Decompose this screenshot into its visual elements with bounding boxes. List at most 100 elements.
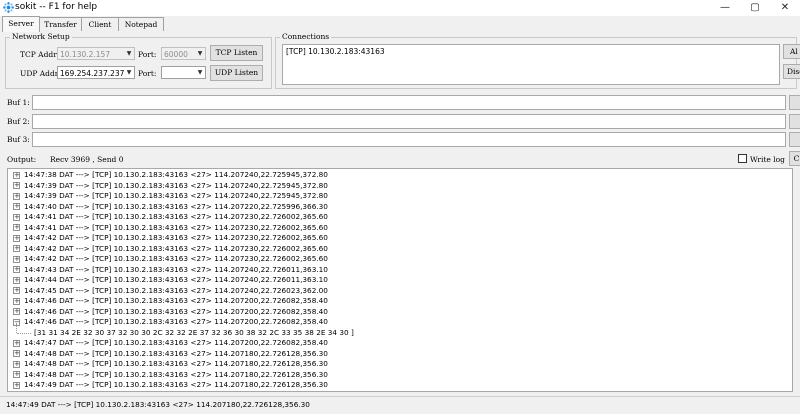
log-row-text: 14:47:48 DAT ---> [TCP] 10.130.2.183:431… bbox=[24, 359, 328, 368]
log-row[interactable]: +14:47:42 DAT ---> [TCP] 10.130.2.183:43… bbox=[8, 244, 788, 254]
log-row[interactable]: +14:47:49 DAT ---> [TCP] 10.130.2.183:43… bbox=[8, 380, 788, 390]
tab-notepad[interactable]: Notepad bbox=[118, 17, 164, 31]
expand-icon[interactable]: + bbox=[13, 360, 20, 368]
tcp-addr-value: 10.130.2.157 bbox=[60, 50, 111, 59]
tcp-port-combo[interactable]: 60000 ▼ bbox=[161, 47, 206, 60]
log-row[interactable]: +14:47:45 DAT ---> [TCP] 10.130.2.183:43… bbox=[8, 286, 788, 296]
chevron-down-icon: ▼ bbox=[126, 69, 132, 76]
expand-icon[interactable]: + bbox=[13, 350, 20, 357]
expand-icon[interactable]: + bbox=[13, 245, 20, 252]
close-icon: ✕ bbox=[780, 2, 790, 13]
log-row[interactable]: +14:47:48 DAT ---> [TCP] 10.130.2.183:43… bbox=[8, 359, 788, 369]
expand-icon[interactable]: + bbox=[13, 171, 20, 179]
title-bar bbox=[0, 0, 800, 16]
buf1-send-button[interactable] bbox=[789, 95, 800, 110]
connections-list[interactable]: [TCP] 10.130.2.183:43163 bbox=[282, 44, 780, 85]
buf3-input[interactable] bbox=[32, 132, 786, 147]
tree-connector bbox=[16, 322, 18, 333]
network-setup-title: Network Setup bbox=[10, 32, 72, 41]
log-row-text: 14:47:42 DAT ---> [TCP] 10.130.2.183:431… bbox=[24, 243, 328, 253]
write-log-checkbox[interactable] bbox=[738, 154, 747, 163]
log-row[interactable]: +14:47:47 DAT ---> [TCP] 10.130.2.183:43… bbox=[8, 338, 788, 348]
expand-icon[interactable]: + bbox=[13, 381, 20, 389]
tab-transfer[interactable]: Transfer bbox=[39, 17, 82, 31]
expand-icon[interactable]: + bbox=[13, 287, 20, 294]
buf2-input[interactable] bbox=[32, 114, 786, 129]
expand-icon[interactable]: + bbox=[13, 297, 20, 305]
log-row[interactable]: +14:47:41 DAT ---> [TCP] 10.130.2.183:43… bbox=[8, 212, 788, 222]
close-button[interactable]: ✕ bbox=[770, 0, 800, 16]
log-row-text: 14:47:43 DAT ---> [TCP] 10.130.2.183:431… bbox=[24, 264, 328, 274]
connections-title: Connections bbox=[280, 32, 332, 41]
tcp-addr-label: TCP Addr: bbox=[20, 50, 60, 59]
log-row[interactable]: +14:47:46 DAT ---> [TCP] 10.130.2.183:43… bbox=[8, 296, 788, 306]
connection-item[interactable]: [TCP] 10.130.2.183:43163 bbox=[286, 47, 385, 56]
log-row[interactable]: +14:47:42 DAT ---> [TCP] 10.130.2.183:43… bbox=[8, 254, 788, 264]
log-row[interactable]: +14:47:39 DAT ---> [TCP] 10.130.2.183:43… bbox=[8, 181, 788, 191]
log-row-text: 14:47:40 DAT ---> [TCP] 10.130.2.183:431… bbox=[24, 201, 328, 211]
expand-icon[interactable]: + bbox=[13, 224, 20, 231]
expand-icon[interactable]: + bbox=[13, 213, 20, 221]
output-label: Output: bbox=[7, 155, 37, 164]
log-row[interactable]: +14:47:39 DAT ---> [TCP] 10.130.2.183:43… bbox=[8, 191, 788, 201]
log-row-text: 14:47:45 DAT ---> [TCP] 10.130.2.183:431… bbox=[24, 285, 328, 295]
connections-disconnect-button[interactable]: Disc bbox=[783, 64, 800, 79]
udp-addr-value: 169.254.237.237 bbox=[60, 69, 125, 78]
expand-icon[interactable]: + bbox=[13, 255, 20, 263]
log-row-text: 14:47:46 DAT ---> [TCP] 10.130.2.183:431… bbox=[24, 306, 328, 316]
udp-listen-button[interactable]: UDP Listen bbox=[210, 65, 263, 81]
minimize-icon: — bbox=[720, 2, 730, 13]
tcp-port-value: 60000 bbox=[164, 50, 188, 59]
log-row-text: 14:47:41 DAT ---> [TCP] 10.130.2.183:431… bbox=[24, 222, 328, 232]
status-bar: 14:47:49 DAT ---> [TCP] 10.130.2.183:431… bbox=[0, 396, 800, 414]
buf1-input[interactable] bbox=[32, 95, 786, 110]
buf1-label: Buf 1: bbox=[7, 98, 30, 107]
udp-addr-combo[interactable]: 169.254.237.237 ▼ bbox=[57, 66, 135, 79]
output-clear-button[interactable]: C bbox=[789, 151, 800, 166]
udp-port-combo[interactable]: ▼ bbox=[161, 66, 206, 79]
log-row[interactable]: +14:47:42 DAT ---> [TCP] 10.130.2.183:43… bbox=[8, 233, 788, 243]
log-row[interactable]: +14:47:48 DAT ---> [TCP] 10.130.2.183:43… bbox=[8, 370, 788, 380]
tree-connector bbox=[17, 332, 31, 335]
udp-port-label: Port: bbox=[138, 69, 157, 78]
expand-icon[interactable]: + bbox=[13, 276, 20, 284]
log-row-text: 14:47:42 DAT ---> [TCP] 10.130.2.183:431… bbox=[24, 233, 328, 242]
expand-icon[interactable]: + bbox=[13, 308, 20, 315]
log-row[interactable]: +14:47:43 DAT ---> [TCP] 10.130.2.183:43… bbox=[8, 265, 788, 275]
log-row[interactable]: +14:47:48 DAT ---> [TCP] 10.130.2.183:43… bbox=[8, 349, 788, 359]
output-log-tree[interactable]: +14:47:38 DAT ---> [TCP] 10.130.2.183:43… bbox=[7, 168, 793, 392]
tab-client[interactable]: Client bbox=[81, 17, 119, 31]
log-row[interactable]: −14:47:46 DAT ---> [TCP] 10.130.2.183:43… bbox=[8, 317, 788, 327]
log-row-text: 14:47:44 DAT ---> [TCP] 10.130.2.183:431… bbox=[24, 275, 328, 284]
log-row[interactable]: +14:47:46 DAT ---> [TCP] 10.130.2.183:43… bbox=[8, 307, 788, 317]
log-row-text: 14:47:38 DAT ---> [TCP] 10.130.2.183:431… bbox=[24, 170, 328, 179]
buf3-send-button[interactable] bbox=[789, 132, 800, 147]
minimize-button[interactable]: — bbox=[710, 0, 740, 16]
expand-icon[interactable]: + bbox=[13, 371, 20, 378]
expand-icon[interactable]: + bbox=[13, 182, 20, 189]
expand-icon[interactable]: + bbox=[13, 266, 20, 273]
tcp-listen-button[interactable]: TCP Listen bbox=[210, 45, 263, 61]
log-row[interactable]: +14:47:41 DAT ---> [TCP] 10.130.2.183:43… bbox=[8, 223, 788, 233]
buf3-label: Buf 3: bbox=[7, 135, 30, 144]
expand-icon[interactable]: + bbox=[13, 203, 20, 210]
log-row-text: 14:47:39 DAT ---> [TCP] 10.130.2.183:431… bbox=[24, 191, 328, 200]
tcp-addr-combo[interactable]: 10.130.2.157 ▼ bbox=[57, 47, 135, 60]
log-row[interactable]: +14:47:44 DAT ---> [TCP] 10.130.2.183:43… bbox=[8, 275, 788, 285]
expand-icon[interactable]: + bbox=[13, 339, 20, 347]
log-row[interactable]: +14:47:40 DAT ---> [TCP] 10.130.2.183:43… bbox=[8, 202, 788, 212]
log-row-text: 14:47:49 DAT ---> [TCP] 10.130.2.183:431… bbox=[24, 380, 328, 389]
log-row[interactable]: +14:47:38 DAT ---> [TCP] 10.130.2.183:43… bbox=[8, 170, 788, 180]
chevron-down-icon: ▼ bbox=[197, 69, 203, 76]
expand-icon[interactable]: + bbox=[13, 192, 20, 200]
maximize-button[interactable]: ▢ bbox=[740, 0, 770, 16]
buf2-send-button[interactable] bbox=[789, 114, 800, 129]
log-row-hex-detail[interactable]: [31 31 34 2E 32 30 37 32 30 30 2C 32 32 … bbox=[8, 322, 788, 338]
window-title: sokit -- F1 for help bbox=[15, 2, 98, 12]
expand-icon[interactable]: + bbox=[13, 234, 20, 242]
write-log-label: Write log bbox=[750, 155, 785, 164]
output-stats: Recv 3969 , Send 0 bbox=[50, 155, 124, 164]
connections-all-button[interactable]: Al bbox=[783, 44, 800, 59]
tab-server[interactable]: Server bbox=[2, 16, 40, 32]
chevron-down-icon: ▼ bbox=[197, 50, 203, 57]
